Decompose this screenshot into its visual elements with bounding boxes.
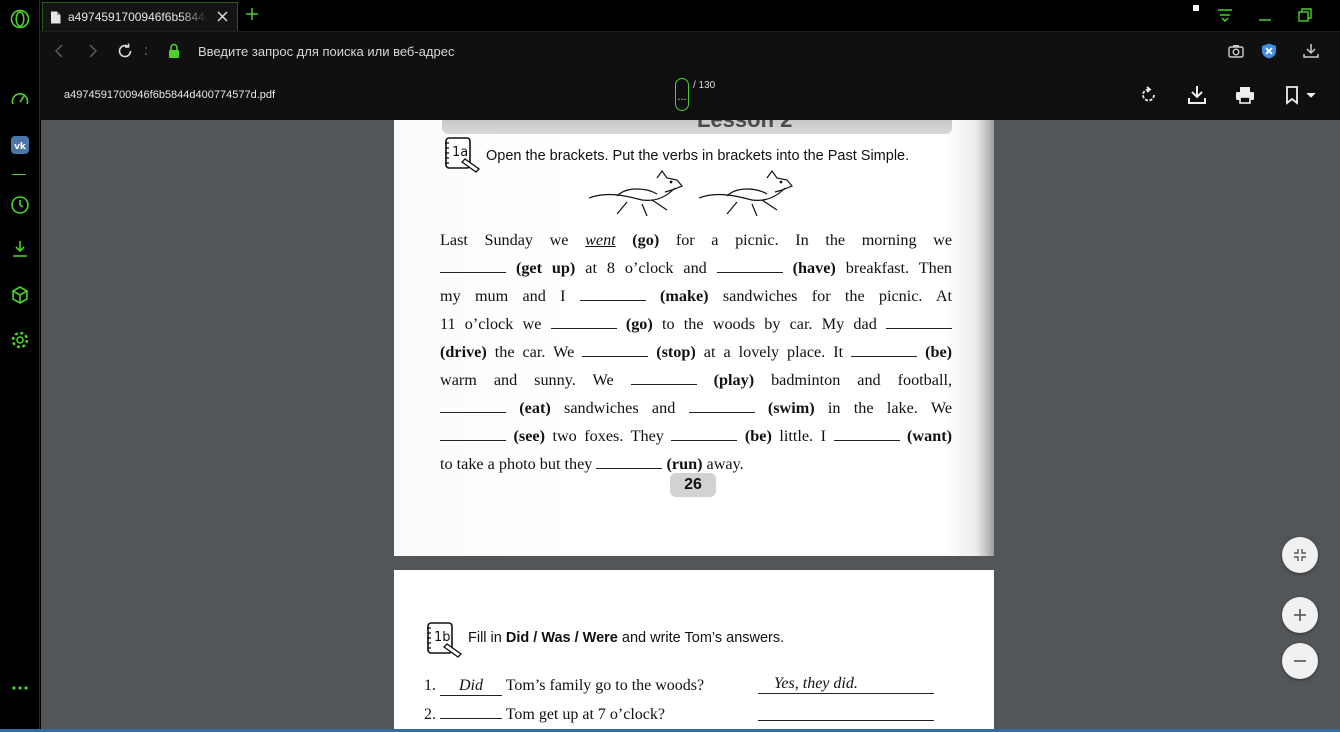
settings-icon[interactable] [9,329,31,351]
reload-icon[interactable] [116,42,134,60]
address-bar [40,31,1340,70]
exercise-1a-instruction: Open the brackets. Put the verbs in brac… [486,148,910,164]
notebook-pencil-icon: 1b [427,622,463,658]
question-2: 2. Tom get up at 7 o’clock? [424,705,665,723]
tab-pdf[interactable]: a4974591700946f6b5844d40 [42,2,238,31]
adblock-icon[interactable] [1260,42,1278,60]
page-number-badge: 26 [670,473,716,497]
answer-went: went [585,231,616,249]
question-2-answer [758,703,934,721]
blank [671,429,738,441]
opera-logo-icon[interactable] [9,8,31,30]
tab-title: a4974591700946f6b5844d40 [68,10,208,24]
new-tab-icon[interactable] [245,7,259,21]
blank [833,429,900,441]
document-icon [51,11,61,23]
pdf-page-26: Lesson 2 1a Open the brackets. Put the v… [394,120,994,556]
blank [851,345,918,357]
blank [579,289,646,301]
text-line-5: (drive) the car. We (stop) at a lovely p… [440,343,953,361]
notebook-pencil-icon: 1a [445,137,481,173]
page-total: / 130 [693,80,716,91]
pdf-viewer[interactable]: Lesson 2 1a Open the brackets. Put the v… [41,120,1340,729]
blank [630,373,697,385]
history-icon[interactable] [9,194,31,216]
address-input[interactable] [198,41,898,61]
page-number-input[interactable]: ... [675,78,689,111]
zoom-in-button[interactable] [1282,597,1318,633]
pdf-download-icon[interactable] [1186,84,1208,106]
snapshot-icon[interactable] [1227,42,1245,60]
vk-icon[interactable]: vk [9,134,31,156]
exercise-label-1b: 1b [434,630,451,645]
address-separator [145,47,147,55]
question-1-answer: Yes, they did. [758,675,934,694]
tab-indicator-icon [1193,5,1199,11]
minimize-icon[interactable] [1256,6,1274,24]
question-1: 1. Did Tom’s family go to the woods? [424,677,705,696]
text-line-3: my mum and I (make) sandwiches for the p… [440,287,953,305]
blank [550,317,617,329]
restore-icon[interactable] [1296,6,1314,24]
lesson-banner: Lesson 2 [442,120,952,134]
pdf-toolbar: a4974591700946f6b5844d400774577d.pdf ...… [40,70,1340,120]
zoom-out-button[interactable] [1282,643,1318,679]
question-1-fill: Did [440,677,502,696]
blank [716,261,783,273]
speed-dial-icon[interactable] [9,89,31,111]
blank [688,401,755,413]
more-icon[interactable] [9,677,31,699]
back-icon[interactable] [51,42,69,60]
text-line-1: Last Sunday we went (go) for a picnic. I… [440,231,953,249]
tab-menu-icon[interactable] [1216,6,1234,24]
fit-page-icon [1294,549,1306,561]
foxes-illustration [588,169,793,217]
text-line-6: warm and sunny. We (play) badminton and … [440,371,953,389]
pdf-page-27: 1b Fill in Did / Was / Were and write To… [394,570,994,729]
download-page-icon[interactable] [1302,42,1320,60]
close-tab-icon[interactable] [216,10,229,23]
sidebar-separator [12,174,26,175]
blank [886,317,952,329]
exercise-1b-instruction: Fill in Did / Was / Were and write Tom’s… [468,630,785,646]
lock-icon[interactable] [165,42,183,60]
minus-icon [1294,660,1306,662]
question-2-fill [440,705,502,719]
plus-icon [1294,609,1306,621]
vk-label: vk [14,142,27,152]
exercise-label-1a: 1a [452,145,468,160]
extensions-icon[interactable] [9,284,31,306]
bookmark-menu-icon[interactable] [1282,84,1322,106]
fit-page-button[interactable] [1282,537,1318,573]
blank [440,261,506,273]
blank [440,401,506,413]
forward-icon[interactable] [83,42,101,60]
lesson-title: Lesson 2 [697,120,792,131]
rotate-icon[interactable] [1138,84,1160,106]
text-line-4: 11 o’clock we (go) to the woods by car. … [440,315,952,334]
text-line-9: to take a photo but they (run) away. [440,455,744,473]
text-line-8: (see) two foxes. They (be) little. I (wa… [440,427,952,446]
blank [582,345,649,357]
pdf-filename: a4974591700946f6b5844d400774577d.pdf [64,89,276,101]
text-line-2: (get up) at 8 o’clock and (have) breakfa… [440,259,952,278]
opera-sidebar: vk [0,0,40,732]
downloads-icon[interactable] [9,238,31,260]
text-line-7: (eat) sandwiches and (swim) in the lake.… [440,399,952,418]
tab-bar: a4974591700946f6b5844d40 [40,0,1340,31]
blank [596,457,663,469]
blank [440,429,506,441]
print-icon[interactable] [1234,84,1256,106]
